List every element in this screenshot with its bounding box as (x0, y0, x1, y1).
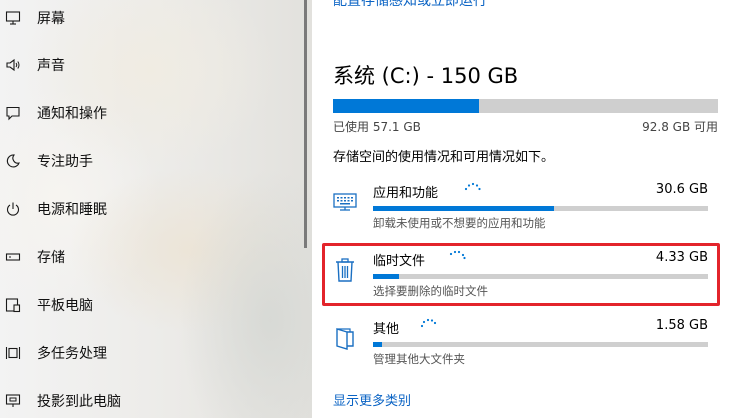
sidebar-item-multitasking[interactable]: 多任务处理 (0, 329, 300, 377)
sidebar-item-label: 电源和睡眠 (37, 202, 107, 218)
speaker-icon (4, 56, 22, 74)
category-subtitle: 卸载未使用或不想要的应用和功能 (373, 216, 546, 230)
loading-spinner-icon (449, 250, 466, 260)
category-size: 4.33 GB (655, 250, 708, 265)
loading-spinner-icon (420, 318, 437, 328)
sidebar-item-label: 屏幕 (37, 11, 65, 27)
sidebar-item-focus-assist[interactable]: 专注助手 (0, 137, 300, 185)
sidebar-item-label: 专注助手 (37, 154, 93, 170)
category-usage-bar (373, 342, 708, 347)
project-icon (4, 392, 22, 410)
sidebar-scrollbar[interactable] (304, 0, 307, 248)
drive-free-label: 92.8 GB 可用 (642, 120, 718, 134)
sidebar-item-label: 平板电脑 (37, 298, 93, 314)
monitor-icon (4, 9, 22, 27)
sidebar-item-display[interactable]: 屏幕 (0, 0, 300, 42)
sidebar-item-tablet[interactable]: 平板电脑 (0, 281, 300, 329)
category-subtitle: 选择要删除的临时文件 (373, 284, 488, 298)
category-subtitle: 管理其他大文件夹 (373, 352, 465, 366)
category-usage-bar-fill (373, 274, 399, 279)
sidebar-item-label: 存储 (37, 250, 65, 266)
category-apps-features[interactable]: 应用和功能 30.6 GB 卸载未使用或不想要的应用和功能 (333, 182, 708, 238)
trash-icon (333, 258, 357, 282)
sidebar-item-label: 声音 (37, 58, 65, 74)
storage-main-panel: 配置存储感知或立即运行 系统 (C:) - 150 GB 已使用 57.1 GB… (312, 0, 729, 418)
sidebar-item-label: 通知和操作 (37, 106, 107, 122)
settings-sidebar: 屏幕 声音 通知和操作 专注助手 电源和睡眠 存储 平板电脑 多任务处理 投影到… (0, 0, 312, 418)
sidebar-item-sound[interactable]: 声音 (0, 41, 300, 89)
sidebar-item-label: 投影到此电脑 (37, 394, 121, 410)
drive-title: 系统 (C:) - 150 GB (333, 64, 519, 88)
category-other[interactable]: 其他 1.58 GB 管理其他大文件夹 (333, 318, 708, 374)
category-usage-bar-fill (373, 206, 554, 211)
storage-sense-link[interactable]: 配置存储感知或立即运行 (333, 0, 487, 10)
notification-icon (4, 104, 22, 122)
drive-usage-bar (333, 99, 718, 113)
power-icon (4, 200, 22, 218)
category-name: 应用和功能 (373, 186, 439, 201)
sidebar-item-label: 多任务处理 (37, 346, 107, 362)
sidebar-item-power-sleep[interactable]: 电源和睡眠 (0, 185, 300, 233)
sidebar-item-notifications[interactable]: 通知和操作 (0, 89, 300, 137)
loading-spinner-icon (464, 182, 481, 191)
sidebar-item-storage[interactable]: 存储 (0, 233, 300, 281)
storage-drive-icon (4, 248, 22, 266)
storage-description: 存储空间的使用情况和可用情况如下。 (333, 150, 555, 165)
drive-used-label: 已使用 57.1 GB (333, 120, 421, 134)
category-temporary-files[interactable]: 临时文件 4.33 GB 选择要删除的临时文件 (333, 250, 708, 306)
apps-keyboard-icon (333, 190, 357, 214)
category-usage-bar-fill (373, 342, 383, 347)
drive-usage-bar-fill (333, 99, 480, 113)
folder-icon (333, 326, 357, 350)
multitasking-icon (4, 344, 22, 362)
category-size: 30.6 GB (655, 182, 708, 197)
category-size: 1.58 GB (655, 318, 708, 333)
tablet-icon (4, 296, 22, 314)
category-usage-bar (373, 274, 708, 279)
sidebar-item-project[interactable]: 投影到此电脑 (0, 377, 300, 418)
moon-icon (4, 152, 22, 170)
category-usage-bar (373, 206, 708, 211)
show-more-categories-link[interactable]: 显示更多类别 (333, 390, 411, 409)
category-name: 临时文件 (373, 254, 426, 269)
category-name: 其他 (373, 322, 400, 337)
